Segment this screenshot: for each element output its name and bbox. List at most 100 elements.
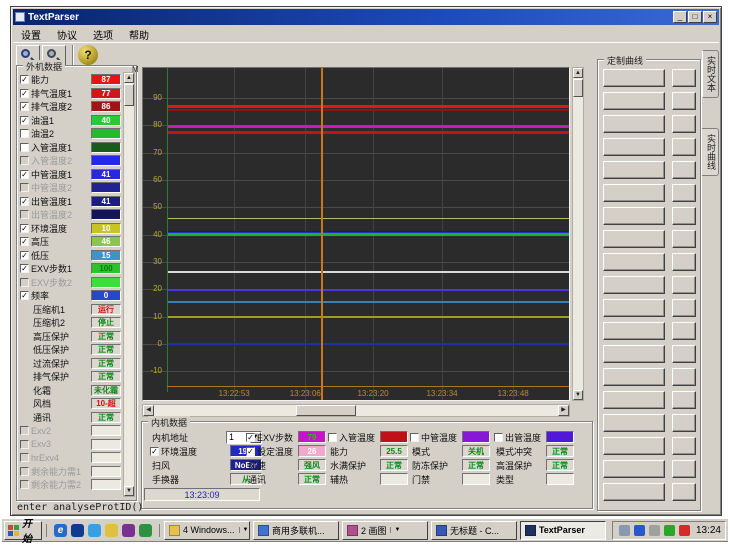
row-checkbox[interactable]: ✓ [246,433,255,442]
curve-small-button[interactable] [672,276,696,294]
row-checkbox[interactable] [20,480,29,489]
curve-small-button[interactable] [672,184,696,202]
row-checkbox[interactable]: ✓ [20,170,29,179]
row-checkbox[interactable]: ✓ [150,447,159,456]
minimize-button[interactable]: _ [673,11,687,23]
title-bar[interactable]: TextParser _□× [13,9,719,25]
start-button[interactable]: 开始 [4,521,42,540]
row-checkbox[interactable]: ✓ [20,237,29,246]
task-button[interactable]: 商用多联机... [253,521,339,540]
row-checkbox[interactable] [494,433,503,442]
messenger-icon[interactable] [71,524,84,537]
row-checkbox[interactable]: ✓ [20,264,29,273]
curve-small-button[interactable] [672,138,696,156]
security-icon[interactable] [122,524,135,537]
curve-button[interactable] [603,437,665,455]
scroll-thumb[interactable] [296,405,356,416]
row-checkbox[interactable] [20,440,29,449]
menu-item[interactable]: 帮助 [121,26,157,43]
row-checkbox[interactable]: ✓ [20,102,29,111]
row-checkbox[interactable]: ✓ [20,197,29,206]
row-checkbox[interactable]: ✓ [20,224,29,233]
curve-button[interactable] [603,92,665,110]
row-checkbox[interactable]: ✓ [20,291,29,300]
curve-small-button[interactable] [672,345,696,363]
tab-realtime-curve[interactable]: 实时曲线 [702,128,719,176]
row-checkbox[interactable] [20,453,29,462]
curve-small-button[interactable] [672,161,696,179]
curve-button[interactable] [603,69,665,87]
scroll-thumb[interactable] [124,84,134,106]
row-checkbox[interactable] [410,433,419,442]
task-button[interactable]: TextParser [520,521,606,540]
row-checkbox[interactable] [20,156,29,165]
curve-small-button[interactable] [672,230,696,248]
browser-icon[interactable] [88,524,101,537]
row-checkbox[interactable]: ✓ [20,251,29,260]
ie-icon[interactable]: e [54,524,67,537]
sidebar-scrollbar[interactable]: ▲ ▼ [123,72,135,497]
curve-small-button[interactable] [672,414,696,432]
row-checkbox[interactable]: ✓ [20,89,29,98]
curve-button[interactable] [603,322,665,340]
curve-button[interactable] [603,483,665,501]
row-checkbox[interactable] [328,433,337,442]
curve-button[interactable] [603,368,665,386]
curve-button[interactable] [603,391,665,409]
menu-item[interactable]: 设置 [13,26,49,43]
time-cursor[interactable] [321,68,323,400]
menu-item[interactable]: 选项 [85,26,121,43]
curve-small-button[interactable] [672,253,696,271]
curve-small-button[interactable] [672,437,696,455]
row-checkbox[interactable]: ✓ [20,116,29,125]
curve-small-button[interactable] [672,460,696,478]
curve-button[interactable] [603,207,665,225]
curve-button[interactable] [603,115,665,133]
curve-button[interactable] [603,299,665,317]
scroll-right-button[interactable]: ▶ [558,405,569,416]
task-button[interactable]: 无标题 - C... [431,521,517,540]
download-icon[interactable] [679,525,690,536]
curve-button[interactable] [603,138,665,156]
row-checkbox[interactable] [20,467,29,476]
row-checkbox[interactable] [20,183,29,192]
curve-button[interactable] [603,414,665,432]
curve-small-button[interactable] [672,322,696,340]
curve-small-button[interactable] [672,483,696,501]
menu-item[interactable]: 协议 [49,26,85,43]
curve-button[interactable] [603,460,665,478]
row-checkbox[interactable] [20,143,29,152]
row-checkbox[interactable] [20,129,29,138]
notes-icon[interactable] [105,524,118,537]
scroll-down-button[interactable]: ▼ [124,486,134,496]
curve-small-button[interactable] [672,92,696,110]
row-checkbox[interactable] [20,210,29,219]
media-icon[interactable] [139,524,152,537]
network-icon[interactable] [634,525,645,536]
curve-button[interactable] [603,230,665,248]
curve-small-button[interactable] [672,69,696,87]
curve-button[interactable] [603,276,665,294]
curve-small-button[interactable] [672,391,696,409]
scroll-up-button[interactable]: ▲ [124,73,134,83]
help-button[interactable]: ? [78,45,98,65]
curve-button[interactable] [603,184,665,202]
row-checkbox[interactable]: ✓ [246,447,255,456]
task-button[interactable]: 4 Windows...▼ [164,521,250,540]
curve-small-button[interactable] [672,207,696,225]
curve-button[interactable] [603,161,665,179]
antivirus-icon[interactable] [664,525,675,536]
chart-plot[interactable]: 9080706050403020100-1013:22:5313:23:0613… [142,67,570,401]
scroll-down-button[interactable]: ▼ [573,390,583,400]
curve-small-button[interactable] [672,299,696,317]
curve-small-button[interactable] [672,115,696,133]
restore-button[interactable]: □ [688,11,702,23]
tab-realtime-text[interactable]: 实时文本 [702,50,719,98]
scroll-up-button[interactable]: ▲ [573,68,583,78]
printer-icon[interactable] [619,525,630,536]
volume-icon[interactable] [649,525,660,536]
close-button[interactable]: × [703,11,717,23]
curve-button[interactable] [603,253,665,271]
curve-button[interactable] [603,345,665,363]
chart-hscroll[interactable]: ◀ ▶ [142,404,570,417]
